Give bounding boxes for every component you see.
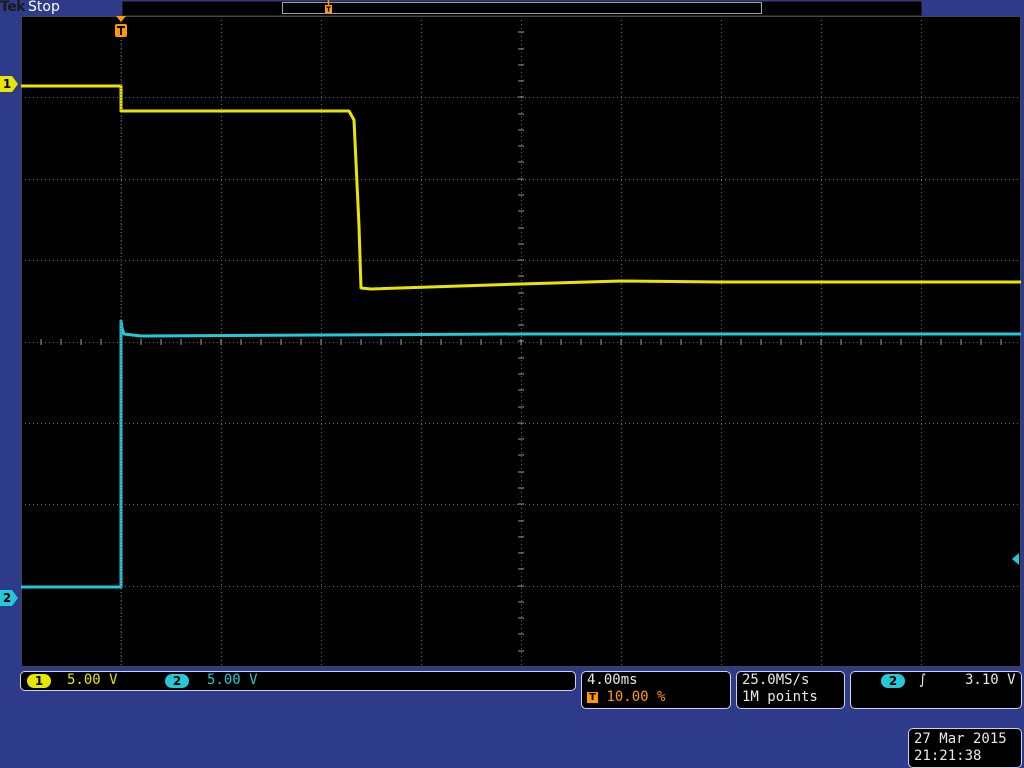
trigger-level[interactable]: 3.10 V bbox=[965, 672, 1016, 689]
trigger-position-icon: T bbox=[587, 691, 598, 703]
graticule-grid bbox=[21, 16, 1021, 667]
record-length[interactable]: 1M points bbox=[742, 689, 818, 706]
ch2-ground-marker-icon[interactable]: 2 bbox=[0, 590, 18, 606]
ch1-scale[interactable]: 5.00 V bbox=[67, 672, 118, 689]
record-trigger-marker-icon bbox=[323, 0, 334, 14]
trigger-position-value: 10.00 % bbox=[606, 689, 666, 705]
rising-edge-icon: ∫ bbox=[919, 672, 927, 688]
ch2-badge[interactable]: 2 bbox=[165, 674, 189, 688]
trigger-level-marker-icon[interactable] bbox=[1010, 551, 1022, 565]
brand-and-state: Tek Stop bbox=[0, 0, 60, 15]
acquisition-readout[interactable]: 25.0MS/s 1M points bbox=[736, 671, 845, 709]
waveform-display[interactable] bbox=[21, 16, 1021, 667]
trigger-position-marker-icon[interactable] bbox=[113, 16, 129, 38]
sample-rate[interactable]: 25.0MS/s bbox=[742, 672, 809, 689]
channel-readout[interactable]: 1 5.00 V 2 5.00 V bbox=[20, 671, 576, 691]
date: 27 Mar 2015 bbox=[914, 731, 1007, 747]
ch1-badge[interactable]: 1 bbox=[27, 674, 51, 688]
tek-logo: Tek bbox=[0, 0, 26, 15]
horizontal-scale[interactable]: 4.00ms bbox=[587, 672, 638, 689]
trigger-position-readout[interactable]: T 10.00 % bbox=[587, 689, 665, 706]
ch1-marker-label: 1 bbox=[2, 77, 12, 91]
time: 21:21:38 bbox=[914, 748, 982, 764]
ch2-marker-label: 2 bbox=[2, 591, 12, 605]
top-status-bar: Tek Stop bbox=[0, 0, 1024, 16]
waveform-canvas bbox=[21, 16, 1021, 667]
date-time-readout: 27 Mar 2015 21:21:38 bbox=[908, 728, 1022, 768]
ch2-scale[interactable]: 5.00 V bbox=[207, 672, 258, 689]
record-view-window[interactable] bbox=[282, 2, 762, 14]
acquisition-state: Stop bbox=[28, 0, 60, 15]
trigger-readout[interactable]: 2 ∫ 3.10 V bbox=[850, 671, 1022, 709]
horizontal-readout[interactable]: 4.00ms T 10.00 % bbox=[581, 671, 731, 709]
trigger-source-badge[interactable]: 2 bbox=[881, 674, 905, 688]
ch1-ground-marker-icon[interactable]: 1 bbox=[0, 76, 18, 92]
